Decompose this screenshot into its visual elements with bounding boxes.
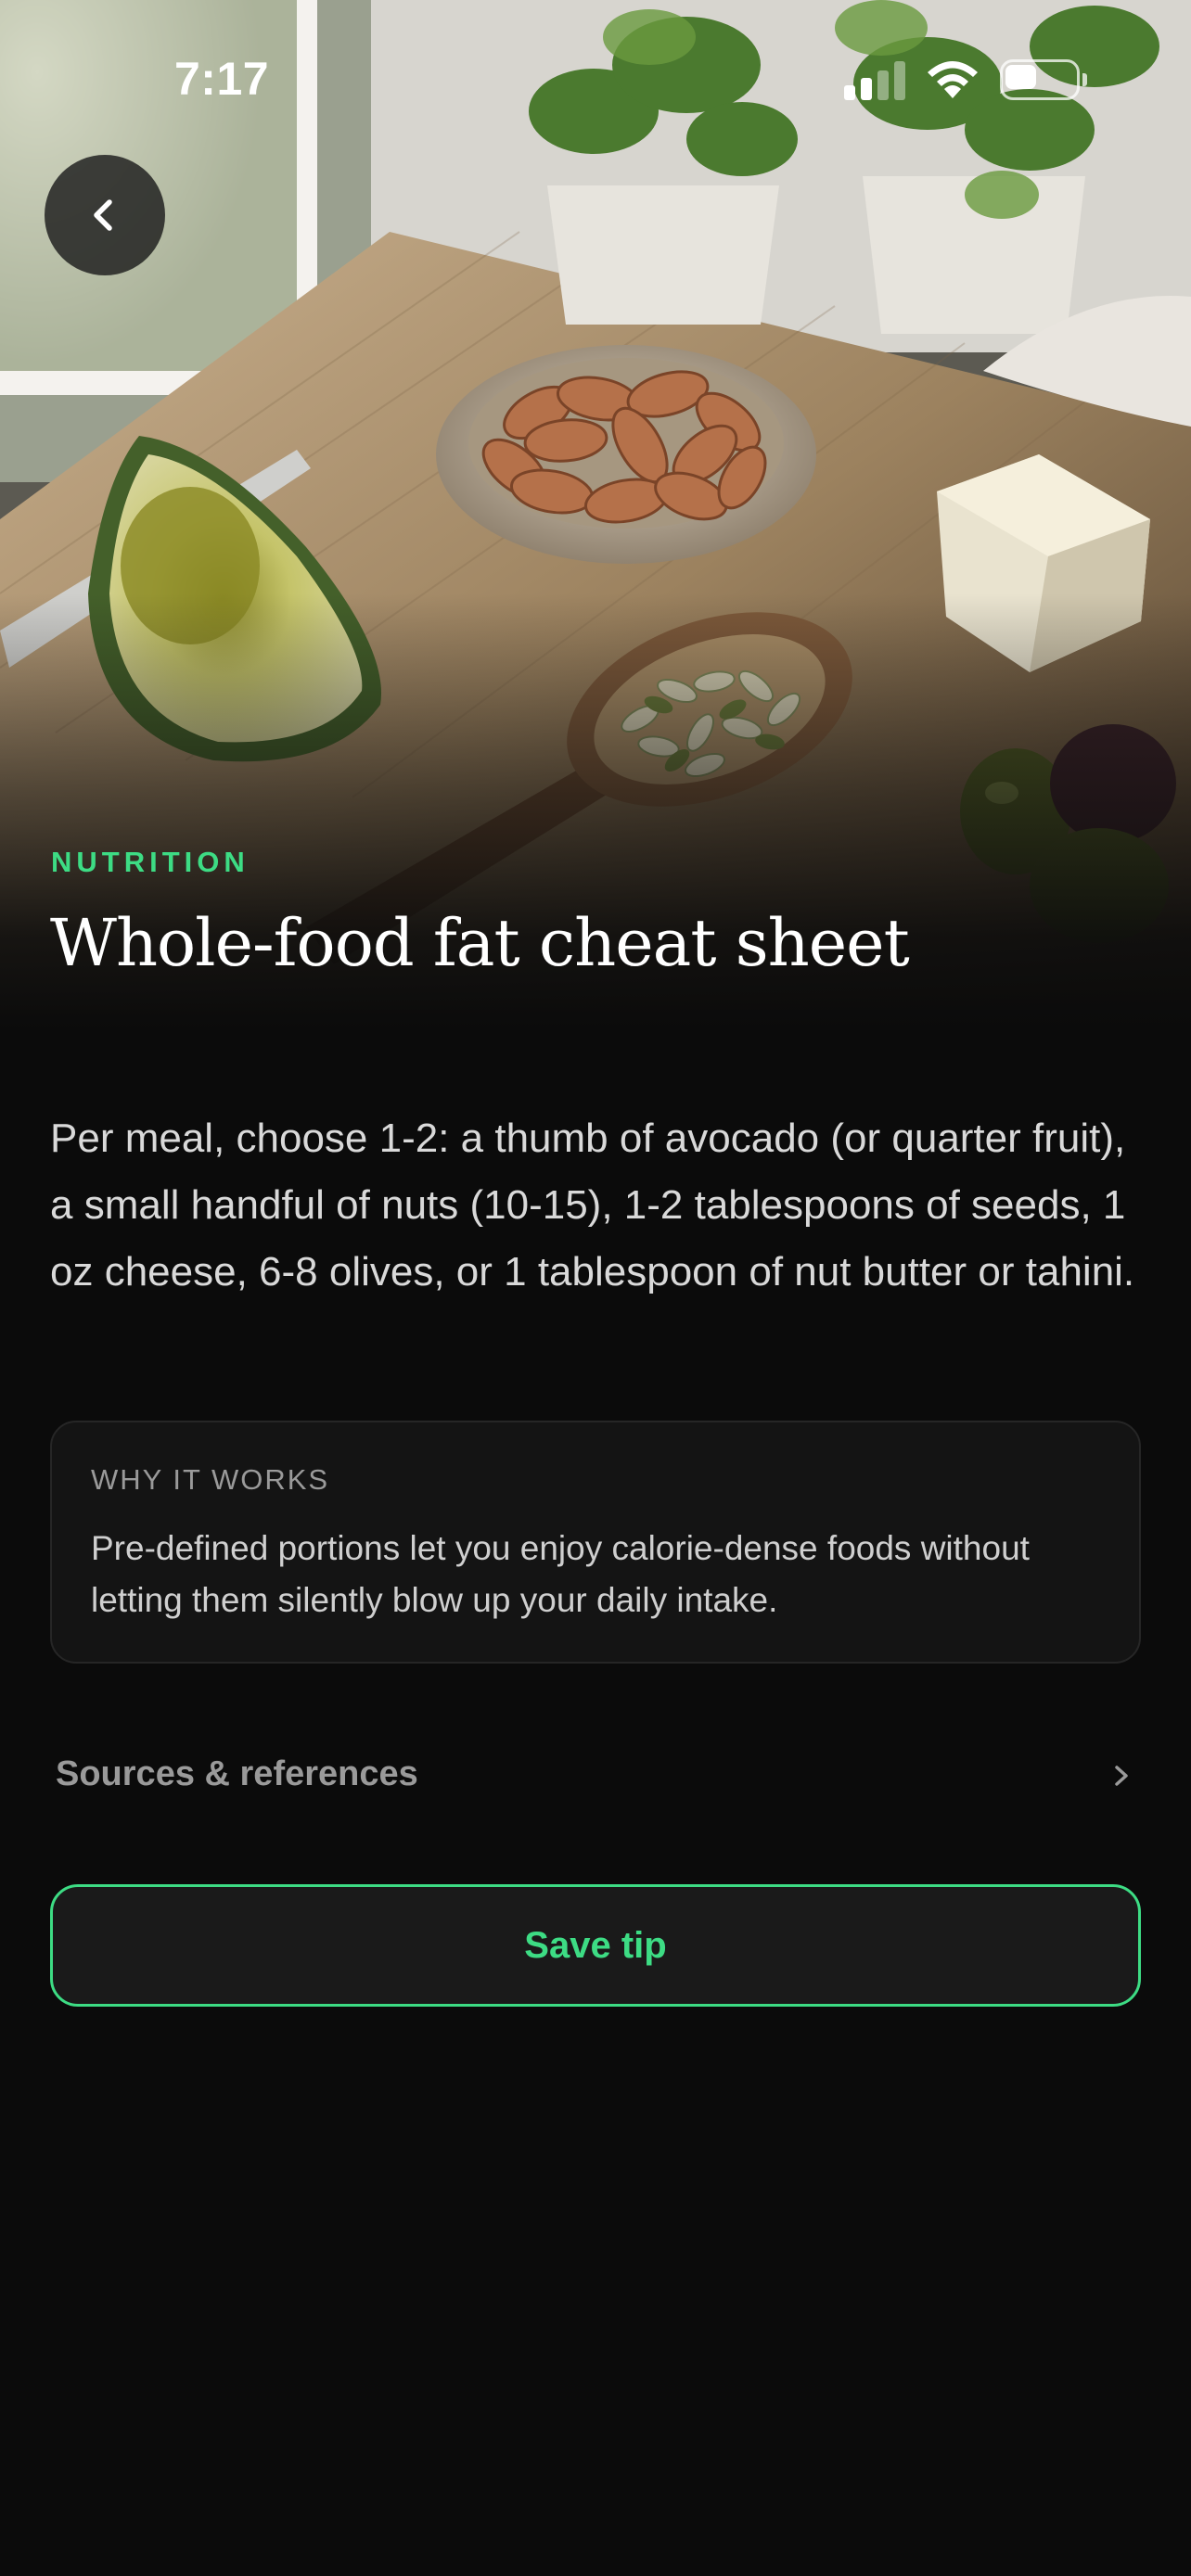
status-time: 7:17 xyxy=(174,53,270,105)
why-it-works-card: WHY IT WORKS Pre-defined portions let yo… xyxy=(50,1421,1141,1664)
category-label: NUTRITION xyxy=(51,846,250,878)
cellular-signal-icon xyxy=(844,61,905,100)
sources-references-link[interactable]: Sources & references xyxy=(50,1734,1141,1817)
why-it-works-label: WHY IT WORKS xyxy=(91,1463,330,1496)
chevron-left-icon xyxy=(94,199,112,231)
page-title: Whole-food fat cheat sheet xyxy=(50,905,910,981)
wifi-icon xyxy=(928,61,978,98)
sources-label: Sources & references xyxy=(56,1754,418,1793)
save-tip-button[interactable]: Save tip xyxy=(50,1884,1141,2007)
back-button[interactable] xyxy=(45,155,165,275)
save-tip-label: Save tip xyxy=(524,1924,667,1966)
why-it-works-text: Pre-defined portions let you enjoy calor… xyxy=(91,1529,1030,1619)
status-bar: 7:17 xyxy=(0,0,1191,158)
battery-icon xyxy=(1000,59,1087,100)
tip-body-text: Per meal, choose 1-2: a thumb of avocado… xyxy=(50,1116,1135,1294)
chevron-right-icon xyxy=(1115,1766,1128,1786)
